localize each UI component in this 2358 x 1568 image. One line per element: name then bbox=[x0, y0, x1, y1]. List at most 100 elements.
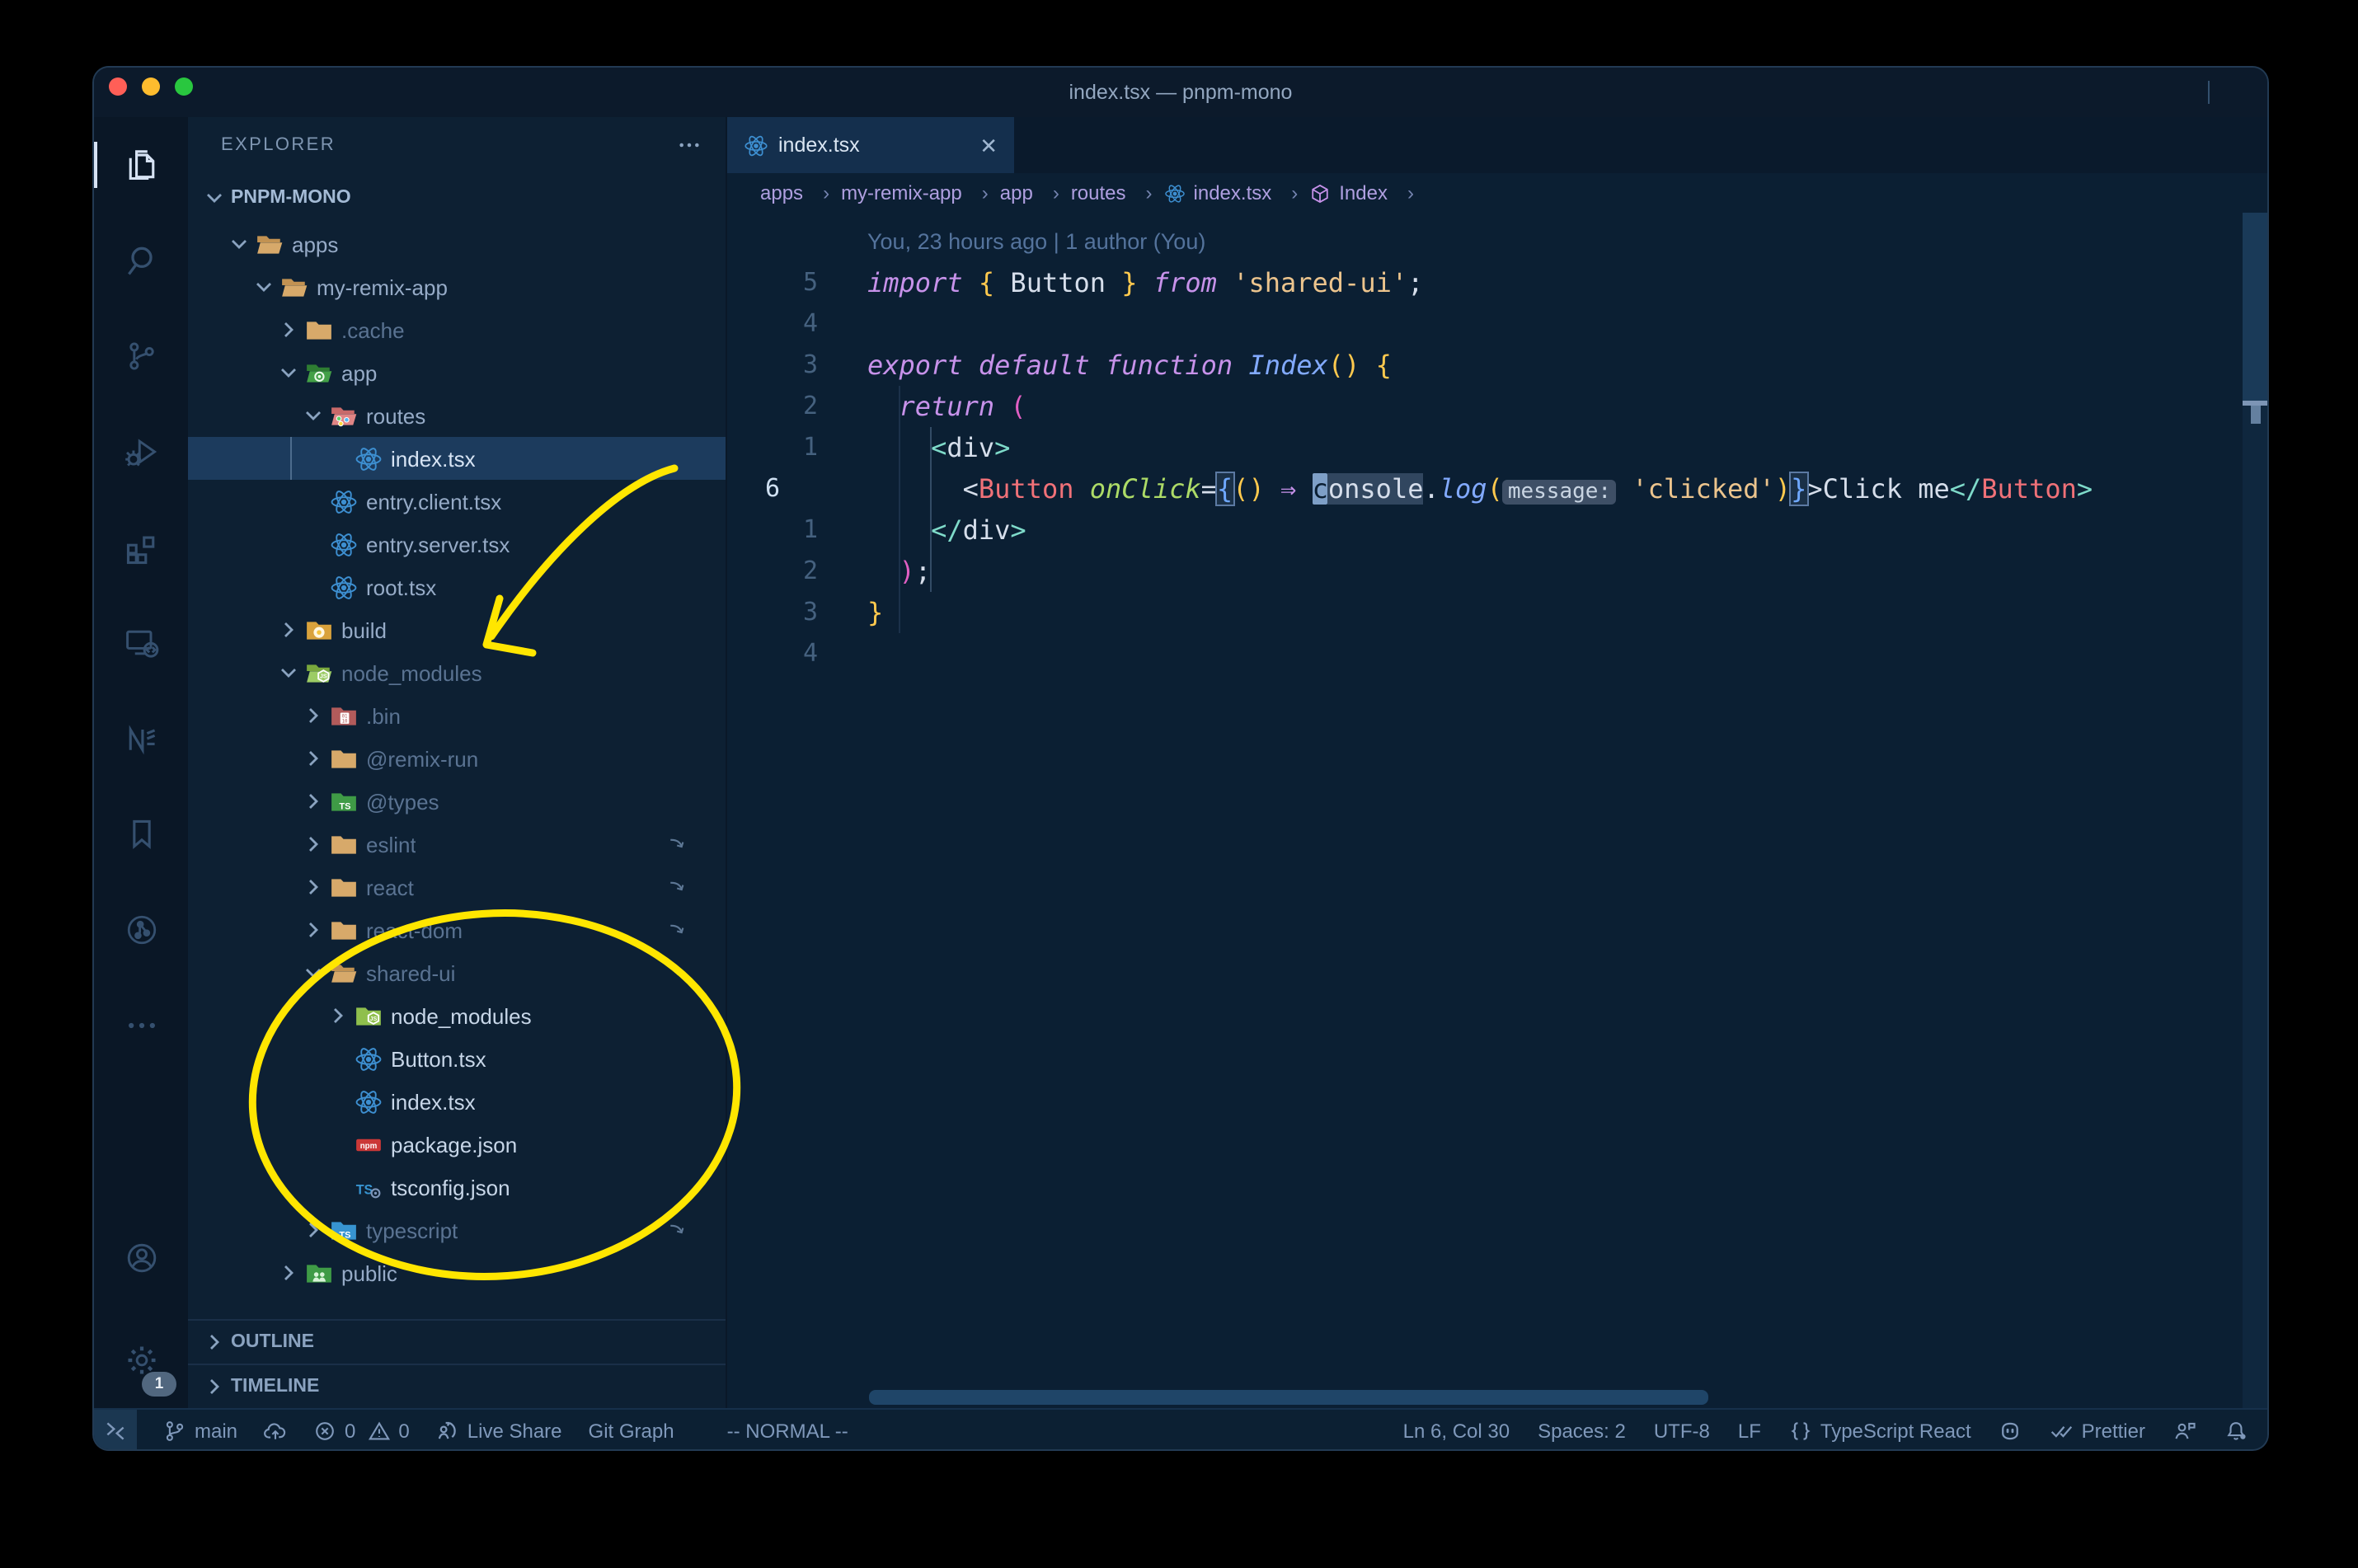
timeline-history-button[interactable] bbox=[1900, 131, 1928, 159]
cursor-position[interactable]: Ln 6, Col 30 bbox=[1403, 1419, 1510, 1442]
tree-chevron-icon[interactable] bbox=[325, 445, 355, 472]
tree-folder-node-modules[interactable]: JS node_modules bbox=[188, 651, 726, 694]
feedback-button[interactable] bbox=[2173, 1419, 2196, 1442]
toggle-primary-sidebar-button[interactable] bbox=[2084, 80, 2109, 105]
errors-count[interactable]: 0 bbox=[313, 1410, 355, 1449]
tree-folder-bin[interactable]: 01 10 .bin bbox=[188, 694, 726, 737]
split-editor-button[interactable] bbox=[2163, 131, 2191, 159]
tree-folder-types[interactable]: TS @types bbox=[188, 780, 726, 823]
tree-folder-remix-run[interactable]: @remix-run bbox=[188, 737, 726, 780]
tree-chevron-icon[interactable] bbox=[300, 402, 330, 429]
tree-chevron-icon[interactable] bbox=[300, 917, 330, 943]
tree-file-shared-index-tsx[interactable]: index.tsx bbox=[188, 1080, 726, 1123]
activity-remote-explorer[interactable] bbox=[94, 595, 188, 691]
eol-sequence[interactable]: LF bbox=[1738, 1419, 1761, 1442]
tree-chevron-icon[interactable] bbox=[275, 359, 305, 386]
vertical-scrollbar-slider[interactable] bbox=[2243, 213, 2267, 406]
code-line[interactable]: 2 return ( bbox=[727, 386, 2243, 427]
tree-chevron-icon[interactable] bbox=[325, 1088, 355, 1115]
activity-bookmarks[interactable] bbox=[94, 786, 188, 882]
tree-file-package-json[interactable]: npm package.json bbox=[188, 1123, 726, 1166]
live-share-button[interactable]: Live Share bbox=[436, 1410, 562, 1449]
warnings-count[interactable]: 0 bbox=[367, 1410, 410, 1449]
language-mode[interactable]: TypeScript React bbox=[1789, 1419, 1971, 1442]
tree-chevron-icon[interactable] bbox=[300, 574, 330, 600]
tree-chevron-icon[interactable] bbox=[226, 231, 256, 257]
tree-file-entry-client[interactable]: entry.client.tsx bbox=[188, 480, 726, 523]
tree-chevron-icon[interactable] bbox=[325, 1174, 355, 1200]
open-changes-button[interactable] bbox=[2005, 131, 2033, 159]
breadcrumb-item[interactable]: routes bbox=[1071, 181, 1164, 204]
indentation[interactable]: Spaces: 2 bbox=[1538, 1419, 1626, 1442]
git-graph-button[interactable]: Git Graph bbox=[589, 1410, 674, 1449]
tree-chevron-icon[interactable] bbox=[275, 317, 305, 343]
tree-chevron-icon[interactable] bbox=[300, 960, 330, 986]
tree-folder-shared-node-modules[interactable]: JS node_modules bbox=[188, 994, 726, 1037]
tree-folder-cache[interactable]: .cache bbox=[188, 308, 726, 351]
tree-chevron-icon[interactable] bbox=[300, 831, 330, 857]
tree-chevron-icon[interactable] bbox=[275, 1260, 305, 1286]
close-tab-icon[interactable]: ✕ bbox=[979, 134, 998, 156]
encoding[interactable]: UTF-8 bbox=[1654, 1419, 1710, 1442]
code-line[interactable]: 1 <div> bbox=[727, 427, 2243, 468]
activity-nx-console[interactable] bbox=[94, 691, 188, 786]
tree-folder-react[interactable]: react bbox=[188, 866, 726, 908]
tree-chevron-icon[interactable] bbox=[300, 531, 330, 557]
breadcrumb-item[interactable]: app bbox=[1000, 181, 1071, 204]
code-line[interactable]: 1 </div> bbox=[727, 509, 2243, 551]
tree-chevron-icon[interactable] bbox=[325, 1131, 355, 1157]
tree-file-button-tsx[interactable]: Button.tsx bbox=[188, 1037, 726, 1080]
tree-chevron-icon[interactable] bbox=[300, 488, 330, 514]
zoom-window-button[interactable] bbox=[175, 77, 193, 96]
breadcrumb-item[interactable]: my-remix-app bbox=[841, 181, 1000, 204]
code-line[interactable]: 4 bbox=[727, 633, 2243, 674]
tree-file-entry-server[interactable]: entry.server.tsx bbox=[188, 523, 726, 566]
more-actions-button[interactable] bbox=[2216, 131, 2244, 159]
code-editor[interactable]: You, 23 hours ago | 1 author (You) 5 imp… bbox=[727, 213, 2267, 1408]
horizontal-scrollbar-slider[interactable] bbox=[869, 1390, 1708, 1405]
code-line[interactable]: 5 import { Button } from 'shared-ui'; bbox=[727, 262, 2243, 303]
customize-layout-button[interactable] bbox=[2226, 80, 2251, 105]
breadcrumb-item[interactable]: apps bbox=[760, 181, 841, 204]
timeline-section-header[interactable]: TIMELINE bbox=[188, 1364, 726, 1408]
tree-chevron-icon[interactable] bbox=[325, 1002, 355, 1029]
tree-file-root-tsx[interactable]: root.tsx bbox=[188, 566, 726, 608]
tree-folder-react-dom[interactable]: react-dom bbox=[188, 908, 726, 951]
sync-changes-button[interactable] bbox=[264, 1410, 287, 1449]
code-line[interactable]: 4 bbox=[727, 303, 2243, 345]
vim-mode-indicator[interactable]: -- NORMAL -- bbox=[727, 1410, 848, 1449]
tree-folder-typescript[interactable]: TS typescript bbox=[188, 1209, 726, 1251]
remote-indicator[interactable] bbox=[94, 1410, 137, 1449]
activity-more[interactable] bbox=[94, 978, 188, 1073]
tree-chevron-icon[interactable] bbox=[275, 617, 305, 643]
activity-explorer[interactable] bbox=[94, 117, 188, 213]
tree-file-tsconfig-json[interactable]: TS tsconfig.json bbox=[188, 1166, 726, 1209]
code-line[interactable]: 2 ); bbox=[727, 551, 2243, 592]
activity-search[interactable] bbox=[94, 213, 188, 308]
tree-folder-build[interactable]: build bbox=[188, 608, 726, 651]
toggle-panel-button[interactable] bbox=[2125, 80, 2150, 105]
notifications-bell[interactable] bbox=[2224, 1419, 2248, 1442]
activity-run-debug[interactable] bbox=[94, 404, 188, 500]
explorer-more-actions-icon[interactable] bbox=[676, 132, 702, 158]
tree-folder-routes[interactable]: routes bbox=[188, 394, 726, 437]
tree-chevron-icon[interactable] bbox=[275, 660, 305, 686]
tree-folder-public[interactable]: public bbox=[188, 1251, 726, 1294]
git-branch-item[interactable]: main bbox=[163, 1410, 237, 1449]
copilot-status[interactable] bbox=[1999, 1419, 2022, 1442]
tree-chevron-icon[interactable] bbox=[300, 745, 330, 772]
tree-chevron-icon[interactable] bbox=[300, 1217, 330, 1243]
divider[interactable] bbox=[2208, 81, 2210, 104]
code-line[interactable]: 6 <Button onClick={() ⇒ console.log(mess… bbox=[727, 468, 2243, 509]
next-change-button[interactable] bbox=[2058, 131, 2086, 159]
gitlens-graph-button[interactable] bbox=[2111, 131, 2139, 159]
tree-chevron-icon[interactable] bbox=[251, 274, 280, 300]
breadcrumb-item[interactable]: index.tsx bbox=[1164, 181, 1310, 204]
tree-folder-eslint[interactable]: eslint bbox=[188, 823, 726, 866]
activity-settings[interactable]: 1 bbox=[94, 1312, 188, 1408]
tab-index-tsx[interactable]: index.tsx ✕ bbox=[727, 117, 1014, 173]
tree-folder-shared-ui[interactable]: shared-ui bbox=[188, 951, 726, 994]
tree-file-index-tsx[interactable]: index.tsx bbox=[188, 437, 726, 480]
code-line[interactable]: 3 export default function Index() { bbox=[727, 345, 2243, 386]
close-window-button[interactable] bbox=[109, 77, 127, 96]
